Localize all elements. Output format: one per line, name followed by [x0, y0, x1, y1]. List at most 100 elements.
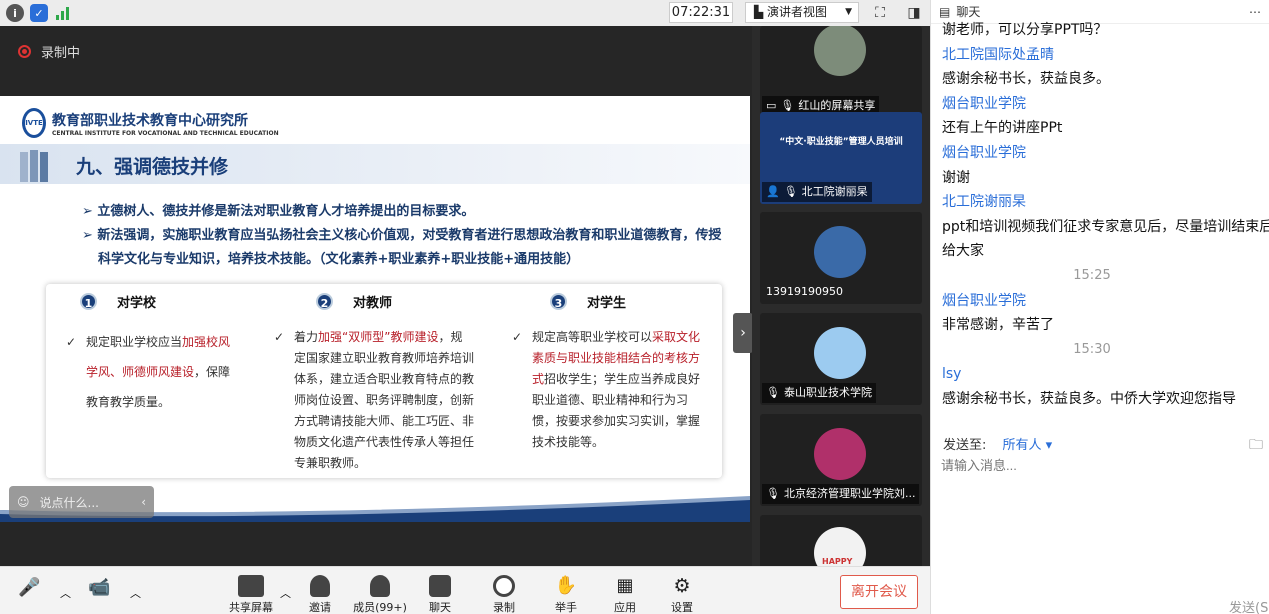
chat-sender[interactable]: 北工院国际处孟晴	[942, 43, 1269, 68]
tile-banner: “中文·职业技能”管理人员培训	[779, 137, 903, 147]
chat-button[interactable]: 聊天	[412, 575, 468, 614]
chat-sender[interactable]: 烟台职业学院	[942, 289, 1269, 314]
tool-label: 邀请	[309, 601, 331, 614]
recording-label: 录制中	[41, 46, 81, 61]
tile-label: 🎙 泰山职业技术学院	[762, 383, 876, 403]
bullet-2: ➢ 新法强调，实施职业教育应当弘扬社会主义核心价值观，对受教育者进行思想政治教育…	[82, 228, 722, 267]
shield-icon[interactable]: ✓	[30, 4, 48, 22]
screen-share-icon	[238, 575, 264, 597]
signal-icon[interactable]	[54, 4, 72, 22]
video-tile[interactable]: ▭ 🎙 红山的屏幕共享	[760, 26, 922, 118]
column-head: 对学校	[117, 296, 157, 311]
emoji-icon[interactable]: ☺	[17, 495, 30, 509]
invite-button[interactable]: 邀请	[292, 575, 348, 614]
tile-label: 👤 🎙 北工院谢丽杲	[762, 182, 872, 202]
chat-panel: ▤ 聊天 ⋯ 谢老师，可以分享PPT吗？ 北工院国际处孟晴 感谢余秘书长，获益良多。…	[930, 0, 1269, 614]
column-teacher: 2 对教师 ✓ 着力加强“双师型”教师建设，规定国家建立职业教育教师培养培训体系，建…	[274, 292, 474, 474]
chat-message: 还有上午的讲座PPt	[942, 120, 1063, 137]
layout-icon: ▙	[754, 5, 768, 19]
slide-columns: 1 对学校 ✓ 规定职业学校应当加强校风学风、师德师风建设，保障教育教学质量。 2对…	[46, 284, 722, 478]
chat-sender[interactable]: 北工院谢丽杲	[942, 190, 1269, 215]
chat-message: 感谢余秘书长，获益良多。中侨大学欢迎您指导	[942, 390, 1236, 407]
tile-label: 🎙 北京经济管理职业学院刘...	[762, 484, 920, 504]
tool-label: 设置	[671, 601, 693, 614]
meeting-window: i ✓ 07:22:31 ▙ 演讲者视图 ▼ ⛶ ◨ 录制中 IVTE 教育部职…	[0, 0, 1269, 614]
record-dot-icon	[18, 45, 31, 58]
record-button[interactable]: 录制	[476, 575, 532, 614]
chat-icon: ▤	[939, 4, 951, 19]
fullscreen-icon[interactable]: ⛶	[870, 3, 890, 23]
video-tile[interactable]: 13919190950	[760, 212, 922, 304]
top-bar: i ✓ 07:22:31 ▙ 演讲者视图 ▼ ⛶ ◨	[0, 0, 930, 26]
chat-sender[interactable]: 烟台职业学院	[942, 141, 1269, 166]
members-button[interactable]: 成员(99+)	[352, 575, 408, 614]
happy-badge: HAPPY	[822, 557, 853, 566]
mic-off-icon: 🎙	[783, 185, 798, 198]
send-to-select[interactable]: 所有人 ▾	[1003, 438, 1053, 453]
collapse-panel-button[interactable]: ›	[733, 313, 753, 353]
view-mode-label: 演讲者视图	[767, 5, 828, 19]
sidebar-toggle-icon[interactable]: ◨	[904, 3, 924, 23]
chevron-up-icon[interactable]: ︿	[60, 585, 71, 601]
members-icon	[370, 575, 390, 597]
send-to-label: 发送至:	[943, 438, 987, 453]
folder-icon[interactable]: 🗀	[1249, 434, 1263, 458]
chat-timestamp: 15:30	[1073, 341, 1111, 357]
chevron-down-icon: ▼	[845, 7, 852, 17]
share-screen-button[interactable]: 共享屏幕	[223, 575, 279, 614]
check-icon: ✓	[274, 330, 285, 344]
participant-name: 北京经济管理职业学院刘...	[783, 487, 916, 500]
avatar	[814, 428, 866, 480]
chat-sender[interactable]: lsy	[942, 362, 1269, 387]
check-icon: ✓	[512, 330, 523, 344]
chevron-up-icon[interactable]: ︿	[130, 585, 141, 601]
column-head: 对教师	[353, 296, 393, 311]
tool-label: 成员(99+)	[353, 601, 407, 614]
avatar	[814, 26, 866, 76]
num-badge: 3	[550, 293, 567, 310]
slide-logo: IVTE 教育部职业技术教育中心研究所 CENTRAL INSTITUTE FO…	[22, 108, 279, 138]
shared-screen-stage: 录制中 IVTE 教育部职业技术教育中心研究所 CENTRAL INSTITUT…	[0, 26, 753, 566]
chat-input[interactable]	[941, 458, 1251, 473]
video-tile[interactable]: 🎙 泰山职业技术学院	[760, 313, 922, 405]
body-pre: 规定高等职业学校可以	[532, 330, 653, 344]
video-tile[interactable]: 🎙 北京经济管理职业学院刘...	[760, 414, 922, 506]
record-icon	[493, 575, 515, 597]
body-post: ，规定国家建立职业教育教师培养培训体系，建立适合职业教育特点的教师岗位设置、职务…	[294, 330, 475, 470]
video-tile[interactable]: HAPPY	[760, 515, 922, 566]
slide-bullets: ➢ 立德树人、德技并修是新法对职业教育人才培养提出的目标要求。 ➢ 新法强调，实…	[82, 200, 722, 272]
leave-meeting-button[interactable]: 离开会议	[840, 575, 918, 609]
mic-mute-icon[interactable]: 🎤	[18, 577, 40, 598]
chat-sender[interactable]: 烟台职业学院	[942, 92, 1269, 117]
chat-message: 非常感谢，辛苦了	[942, 317, 1054, 334]
raise-hand-button[interactable]: ✋ 举手	[538, 575, 594, 614]
settings-button[interactable]: ⚙ 设置	[654, 575, 710, 614]
more-icon[interactable]: ⋯	[1249, 5, 1261, 19]
chat-message: 谢谢	[942, 169, 970, 186]
view-mode-select[interactable]: ▙ 演讲者视图 ▼	[745, 2, 859, 23]
chat-bubble-icon	[429, 575, 451, 597]
participant-name: 北工院谢丽杲	[801, 185, 868, 198]
slide-title: 九、强调德技并修	[76, 156, 229, 178]
send-to-row: 发送至: 所有人 ▾	[943, 434, 1052, 453]
send-button[interactable]: 发送(S	[1229, 597, 1268, 614]
say-something-box[interactable]: ☺ 说点什么... ‹	[9, 486, 154, 518]
chat-messages: 谢老师，可以分享PPT吗？ 北工院国际处孟晴 感谢余秘书长，获益良多。 烟台职业学院还…	[942, 18, 1269, 412]
column-student: 3 对学生 ✓ 规定高等职业学校可以采取文化素质与职业技能相结合的考核方式招收学生；…	[512, 292, 708, 453]
info-icon[interactable]: i	[6, 4, 24, 22]
apps-button[interactable]: ▦ 应用	[597, 575, 653, 614]
ivte-logo: IVTE	[22, 108, 46, 138]
chevron-up-icon[interactable]: ︿	[280, 585, 291, 601]
check-icon: ✓	[66, 335, 77, 349]
column-body: ✓ 规定职业学校应当加强校风学风、师德师风建设，保障教育教学质量。	[66, 327, 240, 417]
chevron-left-icon[interactable]: ‹	[141, 495, 146, 509]
num-badge: 1	[80, 293, 97, 310]
video-tile[interactable]: “中文·职业技能”管理人员培训 👤 🎙 北工院谢丽杲	[760, 112, 922, 204]
recording-indicator: 录制中	[18, 42, 80, 61]
column-body: ✓ 着力加强“双师型”教师建设，规定国家建立职业教育教师培养培训体系，建立适合职业…	[274, 327, 474, 474]
org-name-en: CENTRAL INSTITUTE FOR VOCATIONAL AND TEC…	[52, 129, 279, 137]
chat-message: 谢老师，可以分享PPT吗？	[942, 22, 1108, 38]
camera-off-icon[interactable]: 📹	[88, 577, 110, 598]
meeting-clock: 07:22:31	[669, 2, 733, 23]
avatar	[814, 226, 866, 278]
